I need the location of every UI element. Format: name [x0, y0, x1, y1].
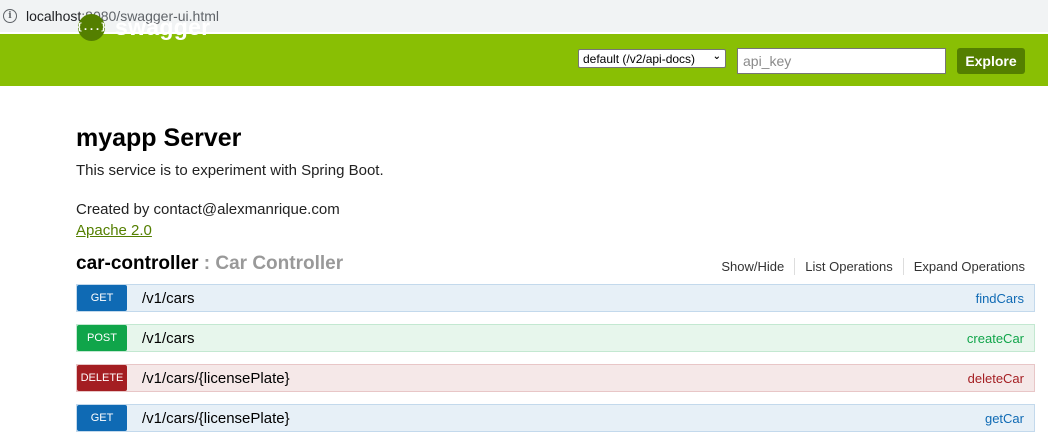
operation-path: /v1/cars/{licensePlate} — [142, 409, 290, 427]
explore-button[interactable]: Explore — [957, 48, 1025, 74]
swagger-logo[interactable]: {...} swagger — [76, 13, 211, 41]
api-key-placeholder: api_key — [743, 53, 792, 69]
link-divider — [794, 258, 796, 275]
swagger-logo-icon: {...} — [76, 13, 107, 41]
resource-separator: : — [198, 253, 216, 274]
list-operations-link[interactable]: List Operations — [805, 259, 892, 274]
url-host: localhost — [26, 8, 82, 24]
resource-heading[interactable]: car-controller : Car Controller — [76, 253, 343, 275]
operation-nickname[interactable]: getCar — [985, 411, 1024, 426]
resource-name: car-controller — [76, 253, 199, 274]
method-badge: POST — [77, 325, 127, 351]
operation-create-car[interactable]: POST /v1/cars createCar — [76, 324, 1035, 352]
swagger-logo-text: swagger — [115, 13, 211, 40]
method-badge: DELETE — [77, 365, 127, 391]
show-hide-link[interactable]: Show/Hide — [721, 259, 784, 274]
operation-nickname[interactable]: createCar — [967, 331, 1024, 346]
api-key-input[interactable]: api_key — [737, 48, 946, 74]
spec-select-value: default (/v2/api-docs) — [583, 51, 696, 66]
method-badge: GET — [77, 405, 127, 431]
resource-description: Car Controller — [215, 253, 344, 274]
license-link[interactable]: Apache 2.0 — [76, 222, 152, 239]
link-divider — [902, 258, 904, 275]
operation-get-car[interactable]: GET /v1/cars/{licensePlate} getCar — [76, 404, 1035, 432]
api-contact: Created by contact@alexmanrique.com — [76, 201, 340, 218]
method-badge: GET — [77, 285, 127, 311]
operation-nickname[interactable]: deleteCar — [968, 371, 1024, 386]
operation-path: /v1/cars/{licensePlate} — [142, 369, 290, 387]
api-description: This service is to experiment with Sprin… — [76, 162, 384, 179]
resource-links: Show/Hide List Operations Expand Operati… — [721, 258, 1025, 275]
operation-nickname[interactable]: findCars — [976, 291, 1024, 306]
chevron-down-icon: ⌄ — [712, 51, 721, 62]
operation-delete-car[interactable]: DELETE /v1/cars/{licensePlate} deleteCar — [76, 364, 1035, 392]
info-icon[interactable]: i — [3, 9, 17, 23]
expand-operations-link[interactable]: Expand Operations — [914, 259, 1025, 274]
operation-path: /v1/cars — [142, 289, 195, 307]
api-title: myapp Server — [76, 124, 242, 152]
spec-select[interactable]: default (/v2/api-docs) ⌄ — [578, 49, 726, 68]
operation-path: /v1/cars — [142, 329, 195, 347]
operation-find-cars[interactable]: GET /v1/cars findCars — [76, 284, 1035, 312]
